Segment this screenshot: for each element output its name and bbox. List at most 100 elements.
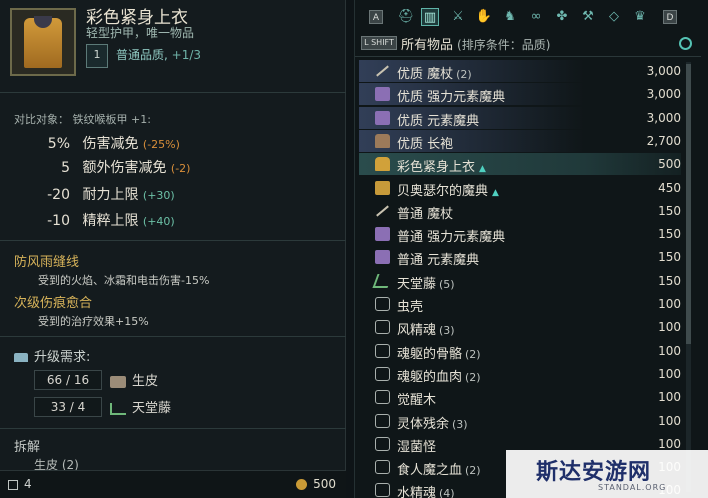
inventory-row-name: 灵体残余 (3) — [397, 416, 468, 432]
inventory-row[interactable]: 优质 长袍 2,700 — [359, 129, 681, 152]
inventory-row[interactable]: 风精魂 (3) 100 — [359, 316, 681, 338]
inventory-row-name: 水精魂 (4) — [397, 482, 455, 498]
next-category-key[interactable]: D — [663, 10, 677, 24]
stat-extra-damage-reduction: 5 额外伤害减免 (-2) — [61, 160, 191, 176]
tools-category-icon[interactable]: ⚒ — [579, 8, 597, 26]
essence-icon — [375, 436, 390, 451]
inventory-row[interactable]: 灵体残余 (3) 100 — [359, 410, 681, 432]
inventory-row-value: 3,000 — [646, 110, 681, 125]
sort-hint[interactable]: (排序条件：品质) — [457, 38, 550, 52]
inventory-row[interactable]: 觉醒木 100 — [359, 386, 681, 408]
inventory-row-value: 150 — [658, 273, 681, 288]
inventory-row-quantity: (4) — [439, 487, 455, 498]
inventory-row-name: 虫壳 — [397, 300, 424, 315]
inventory-row-quantity: (2) — [465, 370, 481, 384]
inventory-row[interactable]: 贝奥瑟尔的魔典 ▲ 450 — [359, 177, 681, 199]
inventory-row-value: 500 — [658, 157, 681, 172]
inventory-row[interactable]: 普通 元素魔典 150 — [359, 246, 681, 268]
essence-icon — [375, 343, 390, 358]
item-weight: 4 — [8, 477, 32, 491]
disassemble-header: 拆解 — [14, 440, 41, 455]
inventory-row-value: 150 — [658, 250, 681, 265]
inventory-row[interactable]: 优质 魔杖 (2) 3,000 — [359, 60, 681, 82]
helmet-category-icon[interactable]: ⛑ — [397, 8, 415, 26]
inventory-row-name: 贝奥瑟尔的魔典 ▲ — [397, 183, 499, 199]
stat-damage-reduction: 5% 伤害减免 (-25%) — [47, 136, 180, 152]
inventory-row[interactable]: 彩色紧身上衣 ▲ 500 — [359, 153, 681, 176]
inventory-row-name: 风精魂 (3) — [397, 323, 455, 339]
anvil-icon — [14, 353, 28, 362]
inventory-row-quantity: (2) — [465, 347, 481, 361]
prev-category-key[interactable]: A — [369, 10, 383, 24]
inventory-row[interactable]: 普通 魔杖 150 — [359, 200, 681, 222]
materials-category-icon[interactable]: ✤ — [553, 8, 571, 26]
item-price: 500 — [296, 477, 336, 491]
inventory-row-quantity: (3) — [439, 324, 455, 338]
essence-icon — [375, 297, 390, 311]
vine-icon — [110, 402, 126, 415]
vest-icon — [375, 157, 390, 172]
weight-icon — [8, 479, 18, 490]
inventory-row-value: 3,000 — [646, 64, 681, 78]
hands-category-icon[interactable]: ✋ — [475, 8, 493, 26]
legs-category-icon[interactable]: ♞ — [501, 8, 519, 26]
inventory-scrollbar[interactable] — [686, 62, 691, 492]
inventory-row-name: 食人魔之血 (2) — [397, 463, 481, 479]
coin-icon — [296, 479, 308, 490]
watermark: 斯达安游网 STANDAL.ORG — [506, 450, 708, 498]
inventory-row-name: 普通 强力元素魔典 — [397, 230, 506, 246]
inventory-title: 所有物品 (排序条件：品质) — [401, 38, 551, 53]
wand-icon — [376, 65, 389, 77]
item-rank-badge: 1 — [86, 44, 108, 68]
inventory-row-name: 魂躯的血肉 (2) — [397, 369, 481, 385]
settings-icon[interactable] — [679, 37, 692, 50]
inventory-row-quantity: (2) — [456, 68, 472, 81]
essence-icon — [375, 320, 390, 335]
stat-essence: -10 精粹上限 (+40) — [47, 213, 175, 229]
scrollbar-thumb[interactable] — [686, 64, 691, 344]
new-item-icon: ▲ — [479, 164, 486, 175]
inventory-row[interactable]: 天堂藤 (5) 150 — [359, 270, 681, 292]
armor-category-icon[interactable]: ▥ — [421, 8, 439, 26]
essence-icon — [375, 483, 390, 498]
inventory-row[interactable]: 优质 强力元素魔典 3,000 — [359, 83, 681, 106]
tooltip-footer: 4 500 — [0, 470, 346, 498]
inventory-row-name: 优质 魔杖 (2) — [397, 67, 472, 82]
requirement-item: 生皮 — [110, 370, 158, 389]
inventory-row-value: 3,000 — [646, 87, 681, 102]
essence-icon — [375, 413, 390, 428]
inventory-row[interactable]: 优质 元素魔典 3,000 — [359, 106, 681, 129]
essence-icon — [375, 390, 390, 405]
inventory-panel: A ⛑ ▥ ⚔ ✋ ♞ ∞ ✤ ⚒ ◇ ♛ D L SHIFT 所有物品 (排序条… — [354, 0, 701, 498]
item-subtitle: 轻型护甲，唯一物品 — [86, 26, 195, 40]
perk-description: 受到的火焰、冰霜和电击伤害-15% — [38, 274, 210, 287]
rings-category-icon[interactable]: ∞ — [527, 8, 545, 26]
essence-icon — [375, 460, 390, 475]
inventory-row-name: 优质 强力元素魔典 — [397, 90, 506, 106]
gems-category-icon[interactable]: ◇ — [605, 8, 623, 26]
inventory-row-value: 100 — [658, 366, 681, 381]
compare-label: 对比对象： 铁纹喉板甲 +1: — [14, 113, 151, 126]
inventory-row-quantity: (5) — [439, 277, 455, 291]
new-item-icon: ▲ — [492, 187, 499, 198]
perk-description: 受到的治疗效果+15% — [38, 315, 149, 328]
sort-key-hint: L SHIFT — [361, 36, 397, 50]
inventory-row-value: 100 — [658, 343, 681, 358]
spellbook-icon — [375, 227, 390, 242]
spellbook-icon — [375, 87, 390, 102]
requirement-amount: 66 / 16 — [34, 370, 102, 390]
inventory-row[interactable]: 魂躯的骨骼 (2) 100 — [359, 340, 681, 362]
weapons-category-icon[interactable]: ⚔ — [449, 8, 467, 26]
inventory-row[interactable]: 虫壳 100 — [359, 293, 681, 315]
requirement-amount: 33 / 4 — [34, 397, 102, 417]
item-portrait — [10, 8, 76, 76]
inventory-row[interactable]: 普通 强力元素魔典 150 — [359, 223, 681, 245]
inventory-row-value: 450 — [658, 180, 681, 195]
valuables-category-icon[interactable]: ♛ — [631, 8, 649, 26]
inventory-row-value: 2,700 — [646, 133, 681, 148]
item-tooltip-panel: 彩色紧身上衣 轻型护甲，唯一物品 1 普通品质, +1/3 对比对象： 铁纹喉板… — [0, 0, 346, 498]
requirement-item: 天堂藤 — [110, 397, 171, 416]
perk-name: 防风雨缝线 — [14, 255, 80, 270]
inventory-row[interactable]: 魂躯的血肉 (2) 100 — [359, 363, 681, 385]
spellbook-icon — [375, 110, 390, 125]
